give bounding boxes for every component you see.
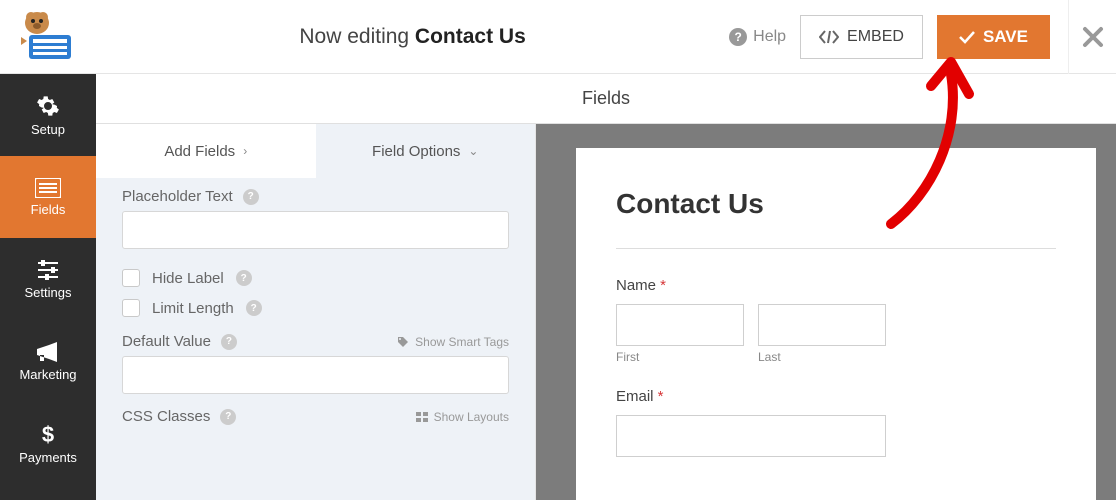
preview-form-title: Contact Us: [616, 188, 1056, 220]
section-title: Fields: [582, 88, 630, 109]
preview-first-name-input[interactable]: [616, 304, 744, 346]
save-label: SAVE: [983, 27, 1028, 47]
form-preview-card[interactable]: Contact Us Name * First: [576, 148, 1096, 500]
css-classes-label: CSS Classes: [122, 408, 210, 425]
preview-email-input[interactable]: [616, 415, 886, 457]
options-body: Placeholder Text ? Hide Label ? Lim: [96, 178, 535, 500]
show-smart-tags-link[interactable]: Show Smart Tags: [397, 335, 509, 349]
tab-add-fields[interactable]: Add Fields ›: [96, 124, 316, 178]
hide-label-checkbox[interactable]: [122, 269, 140, 287]
sidebar-item-settings[interactable]: Settings: [0, 238, 96, 320]
code-icon: [819, 30, 839, 44]
content-area: Fields Add Fields › Field Options ⌄: [96, 74, 1116, 500]
embed-button[interactable]: EMBED: [800, 15, 923, 59]
list-icon: [35, 178, 61, 198]
top-bar: Now editing Contact Us ? Help EMBED SAVE: [0, 0, 1116, 74]
preview-last-sublabel: Last: [758, 350, 886, 364]
form-preview-area: Contact Us Name * First: [536, 124, 1116, 500]
editing-prefix: Now editing: [299, 25, 415, 48]
tab-field-options[interactable]: Field Options ⌄: [316, 124, 536, 178]
megaphone-icon: [35, 341, 61, 363]
sidebar-item-label: Payments: [19, 450, 77, 465]
help-label: Help: [753, 28, 786, 46]
sidebar-item-setup[interactable]: Setup: [0, 74, 96, 156]
sidebar-item-label: Fields: [31, 202, 66, 217]
embed-label: EMBED: [847, 28, 904, 46]
show-smart-tags-label: Show Smart Tags: [415, 335, 509, 349]
preview-first-sublabel: First: [616, 350, 744, 364]
help-icon[interactable]: ?: [220, 409, 236, 425]
svg-text:$: $: [42, 422, 54, 446]
panel-tabs: Add Fields › Field Options ⌄: [96, 124, 535, 178]
chevron-right-icon: ›: [243, 144, 247, 158]
preview-name-field[interactable]: Name * First Last: [616, 277, 1056, 364]
section-header: Fields: [96, 74, 1116, 124]
tag-icon: [397, 336, 409, 348]
dollar-icon: $: [40, 422, 56, 446]
grid-icon: [416, 412, 428, 422]
help-link[interactable]: ? Help: [729, 28, 786, 46]
columns: Add Fields › Field Options ⌄ Placeholder…: [96, 124, 1116, 500]
sidebar-item-marketing[interactable]: Marketing: [0, 320, 96, 402]
divider: [616, 248, 1056, 249]
help-icon[interactable]: ?: [221, 334, 237, 350]
tab-label: Field Options: [372, 143, 460, 160]
help-icon: ?: [729, 28, 747, 46]
top-actions: ? Help EMBED SAVE: [729, 15, 1068, 59]
hide-label-label: Hide Label: [152, 270, 224, 287]
preview-name-label: Name: [616, 277, 656, 294]
gear-icon: [36, 94, 60, 118]
check-icon: [959, 30, 975, 44]
sidebar-item-fields[interactable]: Fields: [0, 156, 96, 238]
save-button[interactable]: SAVE: [937, 15, 1050, 59]
help-icon[interactable]: ?: [243, 189, 259, 205]
preview-email-label: Email: [616, 388, 654, 405]
show-layouts-label: Show Layouts: [434, 410, 509, 424]
sidebar-item-payments[interactable]: $ Payments: [0, 402, 96, 484]
css-classes-group: CSS Classes ? Show Layouts: [122, 408, 509, 425]
placeholder-text-input[interactable]: [122, 211, 509, 249]
page-title: Now editing Contact Us: [96, 25, 729, 49]
default-value-group: Default Value ? Show Smart Tags: [122, 333, 509, 394]
preview-last-name-input[interactable]: [758, 304, 886, 346]
sliders-icon: [36, 259, 60, 281]
main-area: Setup Fields Settings Marketing: [0, 74, 1116, 500]
limit-length-label: Limit Length: [152, 300, 234, 317]
limit-length-checkbox[interactable]: [122, 299, 140, 317]
show-layouts-link[interactable]: Show Layouts: [416, 410, 509, 424]
field-options-panel: Add Fields › Field Options ⌄ Placeholder…: [96, 124, 536, 500]
required-asterisk: *: [656, 277, 666, 294]
help-icon[interactable]: ?: [236, 270, 252, 286]
placeholder-text-group: Placeholder Text ?: [122, 188, 509, 249]
limit-length-row: Limit Length ?: [122, 293, 509, 323]
form-name: Contact Us: [415, 25, 526, 48]
close-icon: [1082, 26, 1104, 48]
help-icon[interactable]: ?: [246, 300, 262, 316]
chevron-down-icon: ⌄: [468, 144, 478, 158]
preview-email-field[interactable]: Email *: [616, 388, 1056, 457]
tab-label: Add Fields: [164, 143, 235, 160]
sidebar: Setup Fields Settings Marketing: [0, 74, 96, 500]
sidebar-item-label: Setup: [31, 122, 65, 137]
close-button[interactable]: [1068, 0, 1116, 74]
placeholder-text-label: Placeholder Text: [122, 188, 233, 205]
default-value-input[interactable]: [122, 356, 509, 394]
required-asterisk: *: [654, 388, 664, 405]
app-logo: [0, 0, 96, 74]
sidebar-item-label: Settings: [25, 285, 72, 300]
default-value-label: Default Value: [122, 333, 211, 350]
hide-label-row: Hide Label ?: [122, 263, 509, 293]
sidebar-item-label: Marketing: [19, 367, 76, 382]
